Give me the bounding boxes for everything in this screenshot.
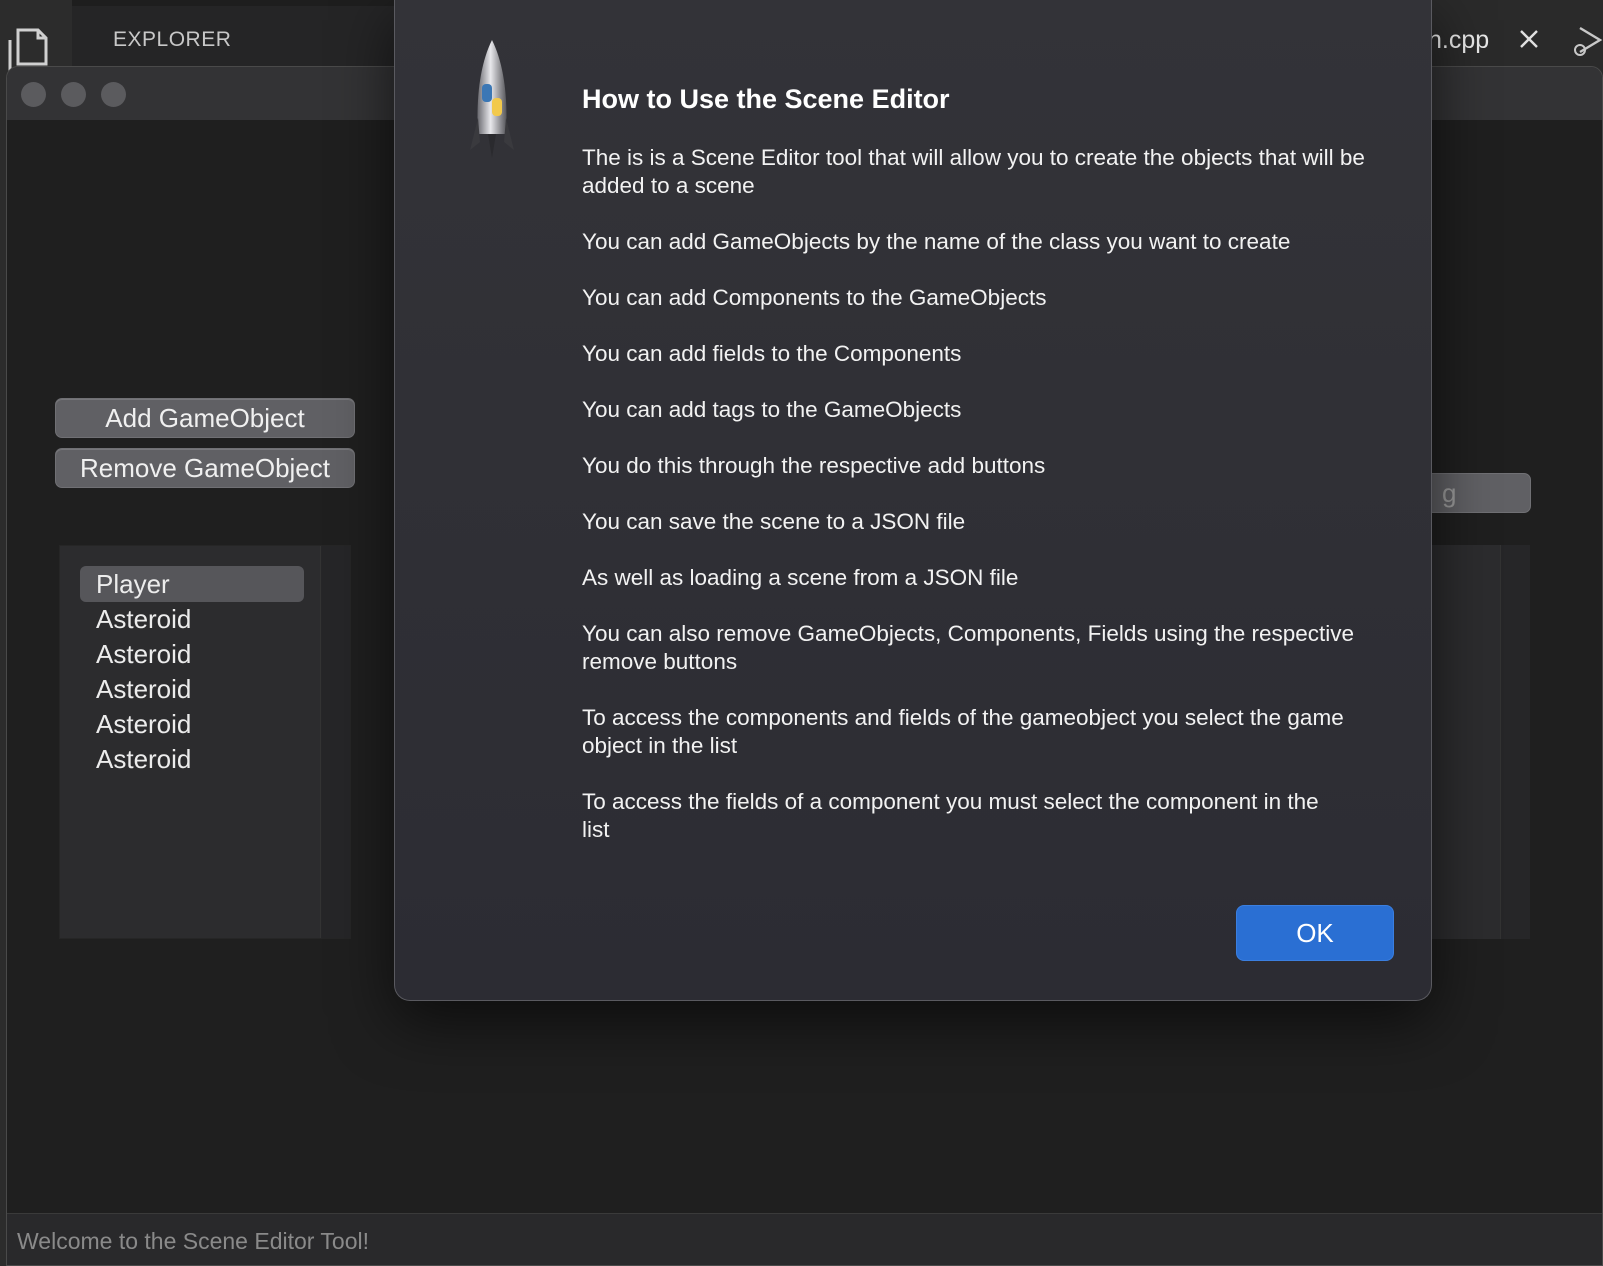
status-message: Welcome to the Scene Editor Tool!	[17, 1228, 370, 1254]
dialog-line: You can add fields to the Components	[582, 341, 962, 366]
list-scrollbar[interactable]	[320, 546, 350, 938]
status-bar: Welcome to the Scene Editor Tool!	[7, 1213, 1602, 1265]
remove-gameobject-button[interactable]: Remove GameObject	[55, 448, 355, 488]
dialog-message: The is is a Scene Editor tool that will …	[582, 144, 1392, 872]
dialog-line: You can add tags to the GameObjects	[582, 397, 962, 422]
list-item[interactable]: Asteroid	[80, 706, 304, 742]
list-item[interactable]: Asteroid	[80, 601, 304, 637]
python-rocket-icon	[470, 40, 514, 158]
list-item[interactable]: Asteroid	[80, 741, 304, 777]
dialog-line: You can save the scene to a JSON file	[582, 509, 966, 534]
gameobject-list[interactable]: Player Asteroid Asteroid Asteroid Astero…	[59, 545, 351, 939]
window-zoom-button[interactable]	[101, 82, 126, 107]
dialog-line: As well as loading a scene from a JSON f…	[582, 565, 1019, 590]
explorer-title: EXPLORER	[113, 28, 232, 51]
dialog-title: How to Use the Scene Editor	[582, 84, 950, 114]
dialog-line: To access the components and fields of t…	[582, 705, 1344, 758]
window-minimize-button[interactable]	[61, 82, 86, 107]
ok-button[interactable]: OK	[1236, 905, 1394, 961]
list-item[interactable]: Asteroid	[80, 636, 304, 672]
add-gameobject-button[interactable]: Add GameObject	[55, 398, 355, 438]
tab-filename[interactable]: n.cpp	[1428, 26, 1489, 55]
run-debug-icon[interactable]	[1570, 24, 1603, 60]
dialog-line: You can add Components to the GameObject…	[582, 285, 1047, 310]
tag-list-scrollbar[interactable]	[1500, 545, 1530, 939]
dialog-line: You do this through the respective add b…	[582, 453, 1046, 478]
window-close-button[interactable]	[21, 82, 46, 107]
dialog-line: You can add GameObjects by the name of t…	[582, 229, 1291, 254]
dialog-line: The is is a Scene Editor tool that will …	[582, 145, 1365, 198]
list-item[interactable]: Asteroid	[80, 671, 304, 707]
dialog-line: You can also remove GameObjects, Compone…	[582, 621, 1355, 674]
help-dialog: How to Use the Scene Editor The is is a …	[394, 0, 1432, 1001]
close-icon[interactable]	[1518, 28, 1540, 50]
list-item[interactable]: Player	[80, 566, 304, 602]
dialog-line: To access the fields of a component you …	[582, 789, 1319, 842]
